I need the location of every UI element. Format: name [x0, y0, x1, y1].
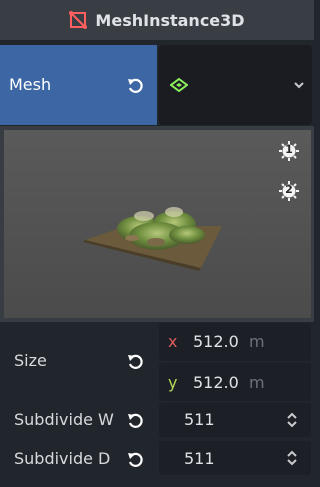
subdivide-width-value: 511 [184, 410, 215, 429]
size-y-unit: m [249, 373, 265, 392]
mesh-label: Mesh [9, 75, 52, 94]
subdivide-depth-revert-icon[interactable] [126, 450, 146, 470]
x-axis-label: x [168, 332, 178, 351]
mesh-resource-icon [170, 78, 188, 92]
size-x-unit: m [249, 332, 265, 351]
subdivide-width-spinbox[interactable]: 511 [159, 403, 311, 437]
mesh-resource-picker[interactable] [159, 45, 312, 125]
spin-arrows-icon[interactable] [285, 449, 299, 467]
light-2-label: 2 [285, 183, 293, 196]
light-1-label: 1 [285, 143, 293, 156]
light-2-toggle-icon[interactable]: 2 [279, 181, 299, 201]
subdivide-depth-value: 511 [184, 449, 215, 468]
size-revert-icon[interactable] [126, 352, 146, 372]
mesh-instance-3d-icon [69, 11, 88, 29]
mesh-preview-viewport[interactable]: 1 2 [4, 130, 311, 318]
size-x-value: 512.0 [193, 332, 239, 351]
chevron-down-icon[interactable] [293, 80, 305, 90]
node-type-title: MeshInstance3D [95, 10, 245, 30]
light-1-toggle-icon[interactable]: 1 [279, 141, 299, 161]
revert-icon[interactable] [126, 76, 146, 96]
spin-arrows-icon[interactable] [285, 411, 299, 429]
mesh-preview-frame: 1 2 [0, 126, 314, 322]
subdivide-depth-spinbox[interactable]: 511 [159, 441, 311, 475]
size-label: Size [14, 351, 47, 370]
size-x-field[interactable]: x 512.0 m [159, 323, 311, 361]
subdivide-width-revert-icon[interactable] [126, 411, 146, 431]
subdivide-width-label: Subdivide W [14, 410, 114, 429]
size-y-field[interactable]: y 512.0 m [159, 363, 311, 401]
inspector-header: MeshInstance3D [0, 0, 314, 40]
mesh-label-cell[interactable]: Mesh [0, 45, 157, 125]
terrain-mesh-preview [83, 207, 222, 271]
y-axis-label: y [168, 373, 178, 392]
size-y-value: 512.0 [193, 373, 239, 392]
subdivide-depth-label: Subdivide D [14, 449, 111, 468]
mesh-property-row: Mesh [0, 45, 314, 125]
